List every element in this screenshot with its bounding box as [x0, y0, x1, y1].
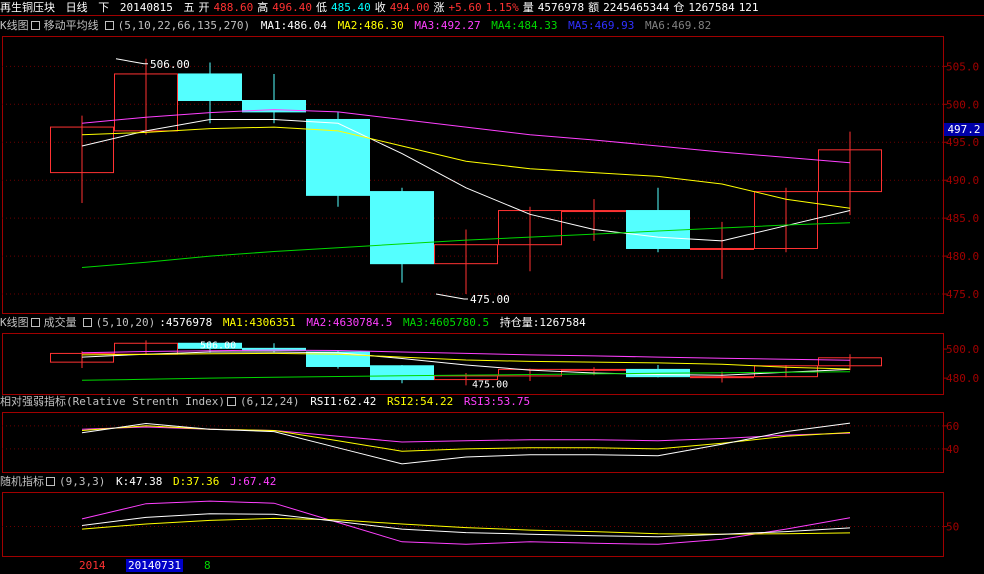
price-tick-label: 485.0	[946, 212, 979, 225]
price-tick-label: 500.0	[946, 98, 979, 111]
volume-high-annotation: 506.00	[200, 340, 236, 351]
volume-ma-line-ma2	[81, 352, 851, 370]
low-annotation: 475.00	[470, 293, 510, 306]
price-tick-label: 480.0	[946, 250, 979, 263]
candle-down	[178, 73, 242, 102]
date-axis: 2014 20140731 8	[0, 559, 984, 574]
ma-line-ma3	[81, 109, 851, 164]
axis-year: 2014	[79, 559, 106, 572]
chart-canvas[interactable]: 475.0 480.0 485.0 490.0 495.0 500.0 505.0 506.0…	[0, 0, 984, 574]
rsi-tick-label: 60	[946, 420, 959, 433]
ma-line-ma2	[81, 126, 851, 209]
axis-cursor-date: 20140731	[126, 559, 183, 572]
price-tick-label: 490.0	[946, 174, 979, 187]
rsi-tick-label: 40	[946, 443, 959, 456]
low-annotation-leader	[435, 293, 468, 300]
panel-frame-3	[2, 412, 944, 473]
high-annotation: 506.00	[150, 58, 190, 71]
kdj-line-j	[81, 500, 851, 545]
volume-candle-down	[370, 365, 434, 381]
candle-up	[562, 210, 626, 213]
kdj-line-k	[81, 513, 851, 538]
volume-ma-line-ma3	[81, 349, 851, 361]
volume-low-annotation: 475.00	[472, 379, 508, 390]
candle-down	[370, 191, 434, 265]
volume-candle-up	[690, 376, 754, 379]
last-price-marker: 497.2	[944, 123, 984, 136]
panel-frame-1	[2, 36, 944, 314]
kdj-tick-label: 50	[946, 521, 959, 534]
price-tick-label: 505.0	[946, 60, 979, 73]
price-tick-label: 495.0	[946, 136, 979, 149]
candles-group	[50, 58, 882, 295]
volume-candle-up	[562, 368, 626, 371]
volume-tick-label: 480.0	[946, 372, 979, 385]
high-annotation-leader	[115, 58, 148, 65]
rsi-line-rsi3	[81, 426, 851, 443]
volume-ma-line-ma1	[81, 351, 851, 376]
rsi-line-rsi2	[81, 425, 851, 452]
volume-tick-label: 500.0	[946, 343, 979, 356]
price-tick-label: 475.0	[946, 288, 979, 301]
axis-number: 8	[204, 559, 211, 572]
candle-up	[690, 247, 754, 250]
